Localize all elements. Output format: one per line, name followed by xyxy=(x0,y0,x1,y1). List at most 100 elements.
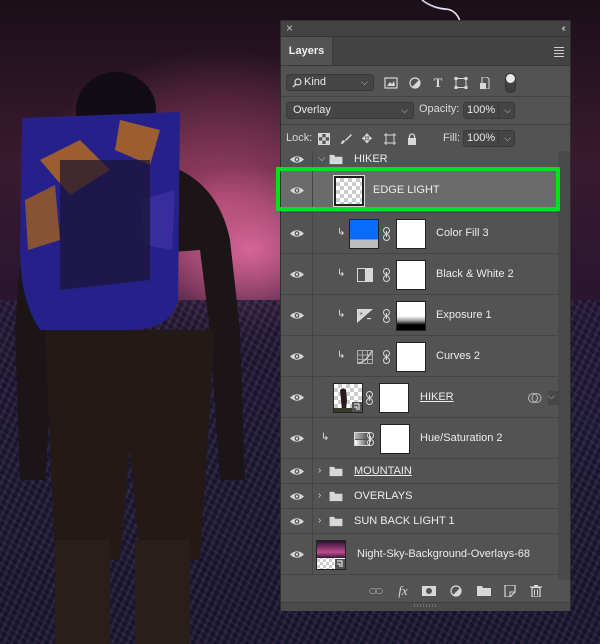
exposure-adjustment-icon[interactable]: + xyxy=(357,308,373,323)
chevron-down-icon[interactable]: ⌵ xyxy=(548,390,560,405)
blend-if-icon[interactable] xyxy=(528,392,542,404)
layer-mask-thumbnail[interactable] xyxy=(396,218,426,249)
pixel-layer-filter-icon[interactable] xyxy=(384,77,398,89)
layer-row[interactable]: ↳ Color Fill 3 xyxy=(281,213,558,254)
visibility-toggle[interactable] xyxy=(281,254,313,294)
visibility-toggle[interactable] xyxy=(281,213,313,253)
layer-name[interactable]: Black & White 2 xyxy=(436,268,514,280)
visibility-toggle[interactable] xyxy=(281,418,313,458)
close-panel-icon[interactable]: × xyxy=(286,21,293,36)
eye-icon[interactable] xyxy=(290,352,304,361)
layer-name[interactable]: Exposure 1 xyxy=(436,309,492,321)
mask-link-icon[interactable] xyxy=(383,226,390,241)
new-layer-icon[interactable] xyxy=(503,585,517,597)
layer-row[interactable]: HIKER ⌵ xyxy=(281,377,560,418)
type-layer-filter-icon[interactable]: T xyxy=(431,76,445,89)
opacity-input[interactable]: 100% ⌵ xyxy=(463,102,515,119)
delete-layer-icon[interactable] xyxy=(529,585,543,597)
chevron-down-icon[interactable]: ⌵ xyxy=(318,153,326,164)
layer-row[interactable]: EDGE LIGHT xyxy=(281,169,558,213)
layer-name[interactable]: Curves 2 xyxy=(436,350,480,362)
panel-menu-icon[interactable] xyxy=(554,47,564,57)
layer-name[interactable]: HIKER xyxy=(420,391,454,403)
layer-thumbnail[interactable] xyxy=(333,175,365,207)
eye-icon[interactable] xyxy=(290,492,304,501)
eye-icon[interactable] xyxy=(290,550,304,559)
lock-all-icon[interactable] xyxy=(406,133,418,145)
layer-name[interactable]: Night-Sky-Background-Overlays-68 xyxy=(357,548,530,560)
chevron-right-icon[interactable]: › xyxy=(318,490,321,501)
black-white-adjustment-icon[interactable] xyxy=(357,267,373,282)
curves-adjustment-icon[interactable] xyxy=(357,349,373,364)
layer-row[interactable]: ⌵ HIKER xyxy=(281,151,558,169)
blend-mode-dropdown[interactable]: Overlay ⌵ xyxy=(286,102,414,119)
eye-icon[interactable] xyxy=(290,155,304,164)
chevron-down-icon[interactable]: ⌵ xyxy=(504,103,511,118)
layer-name[interactable]: Color Fill 3 xyxy=(436,227,489,239)
layers-scrollbar[interactable] xyxy=(558,151,570,580)
shape-layer-filter-icon[interactable] xyxy=(454,77,468,89)
visibility-toggle[interactable] xyxy=(281,509,313,533)
visibility-toggle[interactable] xyxy=(281,169,313,212)
panel-resize-grip[interactable] xyxy=(281,602,570,611)
visibility-toggle[interactable] xyxy=(281,336,313,376)
eye-icon[interactable] xyxy=(290,229,304,238)
mask-link-icon[interactable] xyxy=(383,349,390,364)
collapse-panel-icon[interactable]: ‹‹ xyxy=(561,21,565,36)
layer-name[interactable]: HIKER xyxy=(354,153,388,165)
eye-icon[interactable] xyxy=(290,434,304,443)
chevron-right-icon[interactable]: › xyxy=(318,515,321,526)
layer-mask-thumbnail[interactable] xyxy=(396,341,426,372)
visibility-toggle[interactable] xyxy=(281,534,313,574)
eye-icon[interactable] xyxy=(290,311,304,320)
mask-link-icon[interactable] xyxy=(383,267,390,282)
adjustment-layer-filter-icon[interactable] xyxy=(408,77,422,89)
smart-object-filter-icon[interactable] xyxy=(478,77,492,89)
layer-row[interactable]: › MOUNTAIN xyxy=(281,459,558,484)
tab-layers[interactable]: Layers xyxy=(281,37,333,65)
lock-position-icon[interactable]: ✥ xyxy=(361,132,373,145)
layer-name[interactable]: MOUNTAIN xyxy=(354,465,412,477)
layer-mask-thumbnail[interactable] xyxy=(379,382,409,413)
lock-transparent-icon[interactable] xyxy=(318,133,330,145)
layer-mask-thumbnail[interactable] xyxy=(396,259,426,290)
lock-artboard-icon[interactable] xyxy=(384,133,396,145)
add-mask-icon[interactable] xyxy=(422,585,436,597)
new-adjustment-layer-icon[interactable] xyxy=(450,585,464,597)
chevron-right-icon[interactable]: › xyxy=(318,465,321,476)
link-layers-icon[interactable] xyxy=(369,585,383,597)
eye-icon[interactable] xyxy=(290,393,304,402)
filter-kind-dropdown[interactable]: Kind ⌵ xyxy=(286,74,374,91)
layer-row[interactable]: › SUN BACK LIGHT 1 xyxy=(281,509,558,534)
layer-name[interactable]: OVERLAYS xyxy=(354,490,413,502)
layer-row[interactable]: ↳ Hue/Saturation 2 xyxy=(281,418,558,459)
layer-mask-thumbnail[interactable] xyxy=(396,300,426,331)
mask-link-icon[interactable] xyxy=(366,390,373,405)
layer-row[interactable]: ↳ Curves 2 xyxy=(281,336,558,377)
visibility-toggle[interactable] xyxy=(281,377,313,417)
chevron-down-icon[interactable]: ⌵ xyxy=(504,131,511,146)
smart-object-thumbnail[interactable] xyxy=(333,382,363,413)
mask-link-icon[interactable] xyxy=(383,308,390,323)
smart-object-thumbnail[interactable] xyxy=(316,539,346,570)
layer-name[interactable]: SUN BACK LIGHT 1 xyxy=(354,515,455,527)
visibility-toggle[interactable] xyxy=(281,151,313,168)
layer-mask-thumbnail[interactable] xyxy=(380,423,410,454)
mask-link-icon[interactable] xyxy=(367,431,374,446)
eye-icon[interactable] xyxy=(290,270,304,279)
layer-name[interactable]: EDGE LIGHT xyxy=(373,184,440,196)
filter-toggle[interactable] xyxy=(505,73,516,93)
new-group-icon[interactable] xyxy=(477,585,491,597)
visibility-toggle[interactable] xyxy=(281,484,313,508)
eye-icon[interactable] xyxy=(290,467,304,476)
eye-icon[interactable] xyxy=(290,186,304,195)
eye-icon[interactable] xyxy=(290,517,304,526)
layer-row[interactable]: Night-Sky-Background-Overlays-68 xyxy=(281,534,558,575)
add-layer-style-icon[interactable]: fx xyxy=(396,584,410,597)
lock-image-icon[interactable] xyxy=(340,133,352,145)
visibility-toggle[interactable] xyxy=(281,295,313,335)
layer-row[interactable]: ↳ + Exposure 1 xyxy=(281,295,558,336)
color-fill-thumbnail[interactable] xyxy=(349,218,379,249)
layer-row[interactable]: ↳ Black & White 2 xyxy=(281,254,558,295)
layer-row[interactable]: › OVERLAYS xyxy=(281,484,558,509)
